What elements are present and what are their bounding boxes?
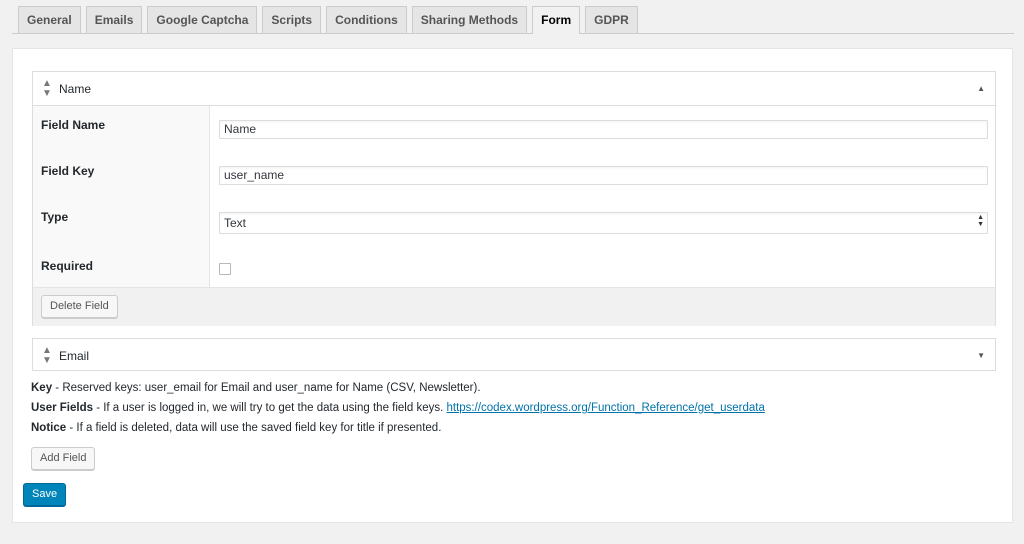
field-key-label: Field Key — [33, 152, 210, 198]
field-section-title: Email — [59, 348, 90, 363]
tab-sharing-methods[interactable]: Sharing Methods — [411, 6, 528, 33]
field-name-label: Field Name — [33, 106, 210, 152]
note-user-fields-label: User Fields — [31, 402, 93, 414]
collapse-arrow-icon[interactable]: ▲ — [977, 84, 985, 93]
note-notice-label: Notice — [31, 422, 67, 434]
help-notes: Key - Reserved keys: user_email for Emai… — [31, 381, 931, 441]
field-section-header[interactable]: ▲ ▼ Name ▲ — [33, 72, 995, 105]
sort-icon[interactable]: ▲ ▼ — [41, 345, 53, 366]
row-required: Required — [33, 245, 995, 287]
form-panel: ▲ ▼ Name ▲ Field Name Name Field Key user… — [12, 48, 1013, 523]
field-actions-row: Delete Field — [33, 287, 995, 326]
row-type: Type Text ▲ ▼ — [33, 198, 995, 245]
select-arrows-icon: ▲ ▼ — [977, 214, 984, 228]
note-key-label: Key — [31, 382, 53, 394]
field-section-title: Name — [59, 81, 92, 96]
tab-emails[interactable]: Emails — [85, 6, 143, 33]
tab-gdpr[interactable]: GDPR — [585, 6, 638, 33]
row-field-name: Field Name Name — [33, 106, 995, 152]
row-field-key: Field Key user_name — [33, 152, 995, 198]
tab-bar: General Emails Google Captcha Scripts Co… — [18, 6, 1014, 34]
required-checkbox[interactable] — [219, 263, 231, 275]
field-section-name: ▲ ▼ Name ▲ Field Name Name Field Key user… — [32, 71, 996, 326]
save-button[interactable]: Save — [23, 483, 67, 506]
note-notice: Notice - If a field is deleted, data wil… — [31, 421, 931, 436]
required-label: Required — [33, 245, 210, 287]
sort-icon[interactable]: ▲ ▼ — [41, 78, 53, 99]
delete-field-button[interactable]: Delete Field — [41, 295, 118, 318]
field-section-header[interactable]: ▲ ▼ Email ▼ — [33, 339, 995, 372]
field-section-email: ▲ ▼ Email ▼ — [32, 338, 996, 371]
note-notice-text: - If a field is deleted, data will use t… — [66, 422, 442, 434]
type-label: Type — [33, 198, 210, 245]
note-key: Key - Reserved keys: user_email for Emai… — [31, 381, 931, 396]
get-userdata-link[interactable]: https://codex.wordpress.org/Function_Ref… — [447, 402, 765, 414]
tab-general[interactable]: General — [18, 6, 81, 33]
note-user-fields-text: - If a user is logged in, we will try to… — [93, 402, 447, 414]
expand-arrow-icon[interactable]: ▼ — [977, 351, 985, 360]
tab-conditions[interactable]: Conditions — [326, 6, 407, 33]
add-field-button[interactable]: Add Field — [31, 447, 96, 470]
tab-google-captcha[interactable]: Google Captcha — [147, 6, 258, 33]
type-select[interactable]: Text ▲ ▼ — [219, 212, 988, 234]
tab-form[interactable]: Form — [532, 6, 581, 34]
type-select-value: Text — [224, 216, 247, 230]
note-key-text: - Reserved keys: user_email for Email an… — [52, 382, 481, 394]
note-user-fields: User Fields - If a user is logged in, we… — [31, 401, 931, 416]
field-section-body: Field Name Name Field Key user_name Type… — [33, 105, 995, 326]
field-key-input[interactable]: user_name — [219, 166, 988, 185]
field-name-input[interactable]: Name — [219, 120, 988, 139]
tab-scripts[interactable]: Scripts — [262, 6, 322, 33]
